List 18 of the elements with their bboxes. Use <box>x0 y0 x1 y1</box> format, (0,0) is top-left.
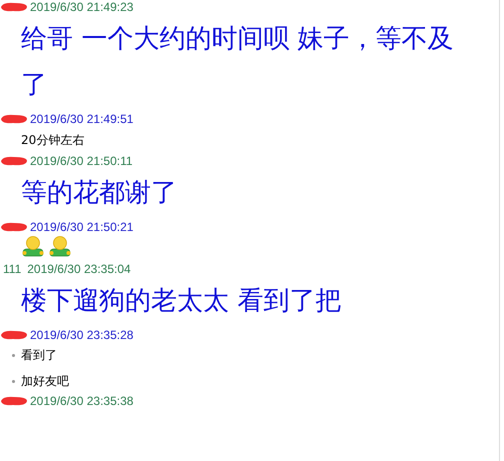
timestamp: 2019/6/30 23:35:38 <box>30 394 134 408</box>
timestamp: 2019/6/30 21:49:23 <box>30 0 134 14</box>
bullet-dot <box>12 354 15 356</box>
bullet-dot <box>12 380 15 382</box>
message-text: 看到了 <box>21 347 57 364</box>
message-text: 20分钟左右 <box>20 132 86 149</box>
figure-emoji-icon <box>21 235 45 259</box>
message-text: 等的花都谢了 <box>20 177 178 210</box>
timestamp: 2019/6/30 21:50:21 <box>30 220 134 234</box>
figure-emoji-icon <box>48 235 72 259</box>
timestamp: 2019/6/30 21:49:51 <box>30 112 134 126</box>
message-text: 加好友吧 <box>21 373 69 390</box>
message-text: 给哥 一个大约的时间呗 妹子，等不及了 <box>20 23 455 102</box>
message-text: 楼下遛狗的老太太 看到了把 <box>20 285 342 318</box>
timestamp: 2019/6/30 23:35:28 <box>30 328 134 342</box>
timestamp: 2019/6/30 21:50:11 <box>30 154 133 168</box>
timestamp: 2019/6/30 23:35:04 <box>27 262 131 276</box>
sender-name: 111 <box>3 262 22 276</box>
